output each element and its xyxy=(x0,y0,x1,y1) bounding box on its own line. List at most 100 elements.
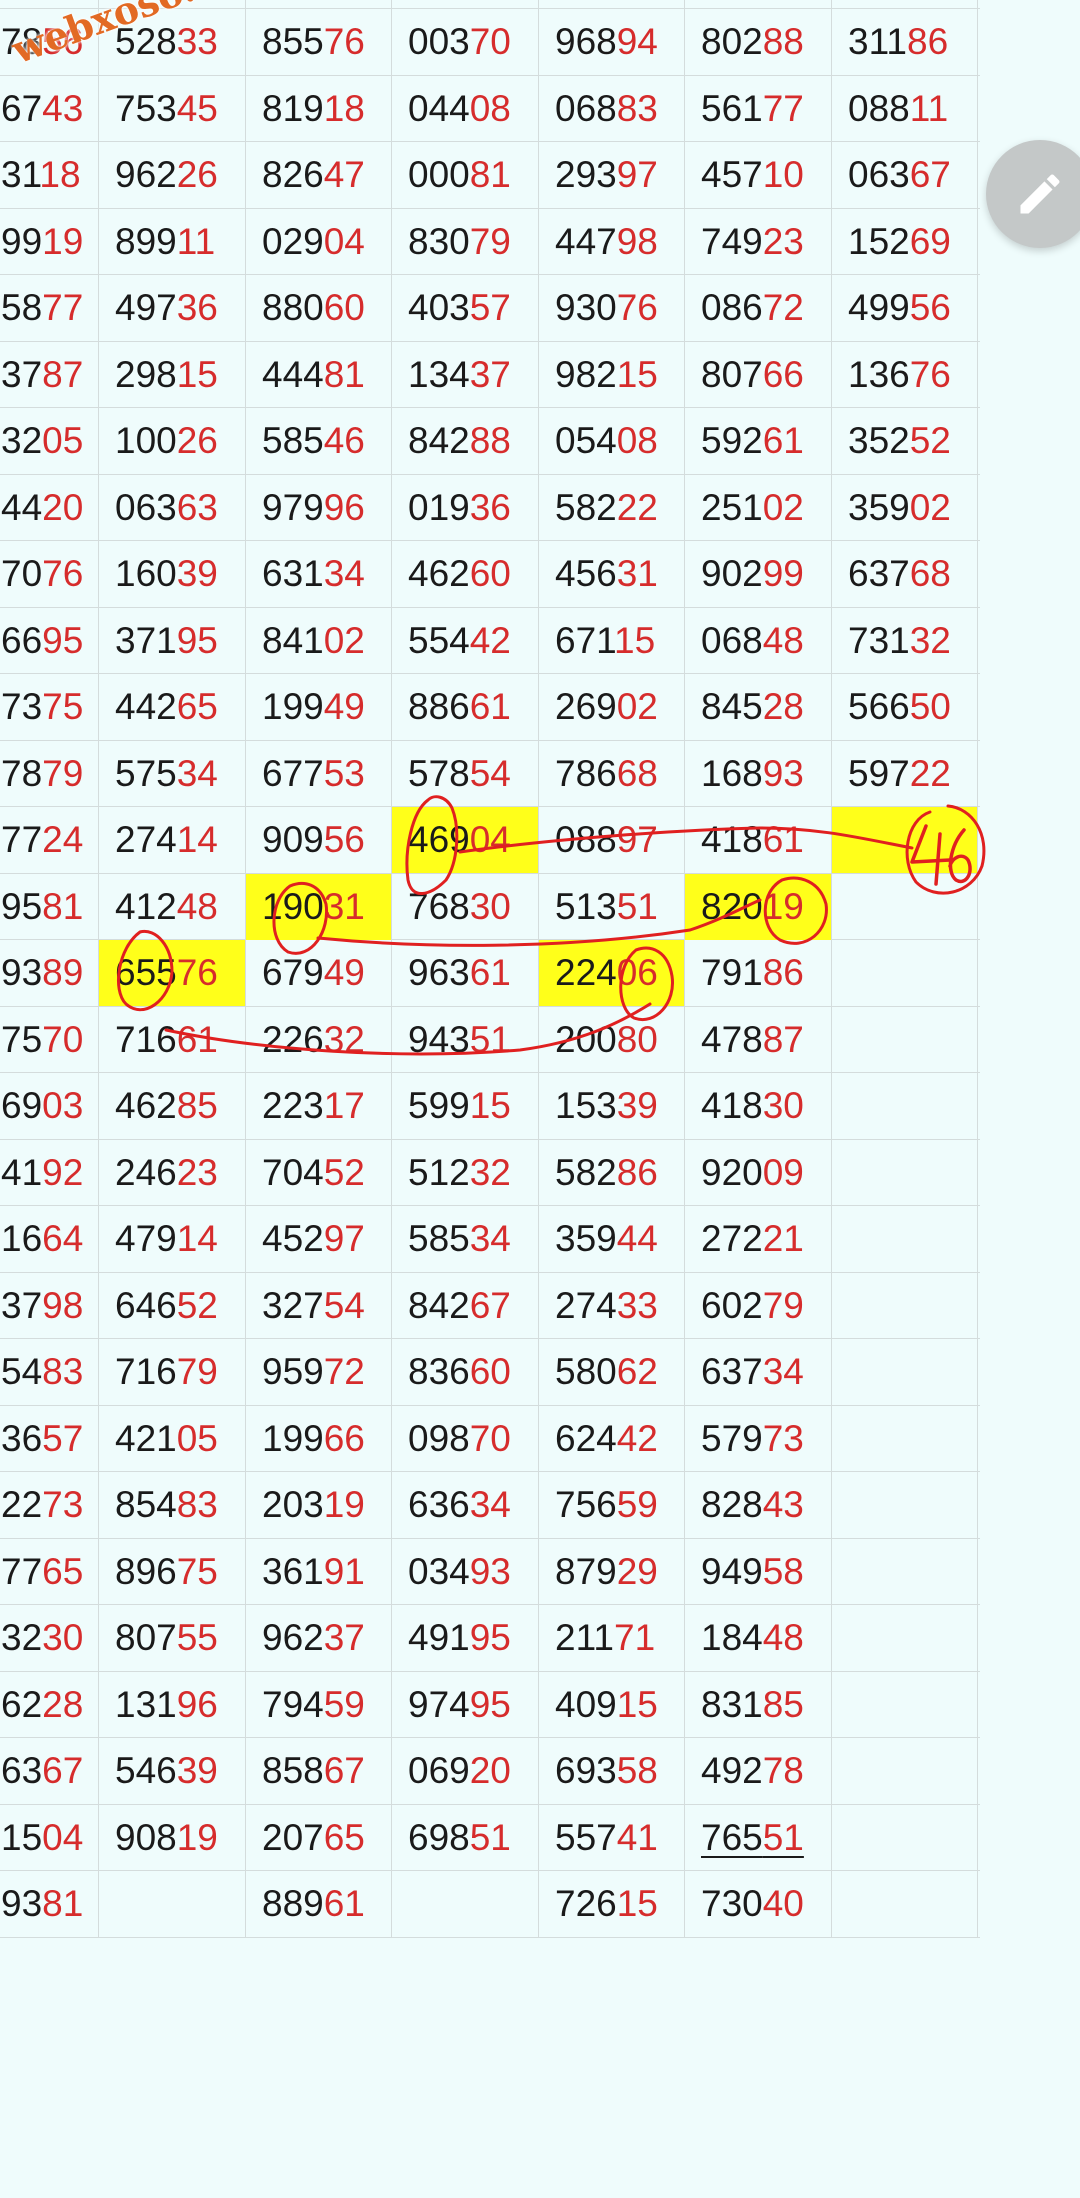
result-cell[interactable]: 85576 xyxy=(246,9,391,75)
result-cell[interactable]: 96237 xyxy=(246,1605,391,1671)
result-cell[interactable]: 98215 xyxy=(539,342,684,408)
result-cell[interactable]: 63734 xyxy=(685,1339,831,1405)
result-cell[interactable]: 35944 xyxy=(539,1206,684,1272)
result-cell[interactable]: 21171 xyxy=(539,1605,684,1671)
result-cell[interactable]: 88961 xyxy=(246,1871,391,1937)
result-cell[interactable]: 1664 xyxy=(1,1206,98,1272)
result-cell[interactable]: 60279 xyxy=(685,1273,831,1339)
result-cell[interactable]: 20765 xyxy=(246,1805,391,1871)
result-cell[interactable]: 7375 xyxy=(1,674,98,740)
result-cell[interactable]: 31186 xyxy=(832,9,977,75)
result-cell[interactable]: 15269 xyxy=(832,209,977,275)
result-cell[interactable]: 80288 xyxy=(685,9,831,75)
result-cell[interactable]: 22317 xyxy=(246,1073,391,1139)
result-cell[interactable]: 84267 xyxy=(392,1273,538,1339)
result-cell[interactable]: 3118 xyxy=(1,142,98,208)
result-cell[interactable]: 58534 xyxy=(392,1206,538,1272)
result-cell[interactable]: 40915 xyxy=(539,1672,684,1738)
result-cell[interactable]: 35252 xyxy=(832,408,977,474)
result-cell[interactable]: 96361 xyxy=(392,940,538,1006)
highlighted-result-cell[interactable]: 19031 xyxy=(246,874,391,940)
result-cell[interactable]: 75659 xyxy=(539,1472,684,1538)
result-cell[interactable]: 6903 xyxy=(1,1073,98,1139)
result-cell[interactable]: 87929 xyxy=(539,1539,684,1605)
result-cell[interactable]: 90819 xyxy=(99,1805,245,1871)
result-cell[interactable]: 27221 xyxy=(685,1206,831,1272)
highlighted-result-cell[interactable]: 82019 xyxy=(685,874,831,940)
result-cell[interactable]: 45631 xyxy=(539,541,684,607)
result-cell[interactable]: 15339 xyxy=(539,1073,684,1139)
result-cell[interactable]: 44798 xyxy=(539,209,684,275)
result-cell[interactable]: 81918 xyxy=(246,76,391,142)
result-cell[interactable]: 08811 xyxy=(832,76,977,142)
result-cell[interactable]: 19966 xyxy=(246,1406,391,1472)
result-cell[interactable]: 3798 xyxy=(1,1273,98,1339)
result-cell[interactable]: 02904 xyxy=(246,209,391,275)
result-cell[interactable]: 6695 xyxy=(1,608,98,674)
result-cell[interactable] xyxy=(99,1871,245,1937)
result-cell[interactable]: 97495 xyxy=(392,1672,538,1738)
highlighted-result-cell[interactable] xyxy=(832,807,977,873)
result-cell[interactable]: 00370 xyxy=(392,9,538,75)
result-cell[interactable]: 5877 xyxy=(1,275,98,341)
result-cell[interactable]: 13196 xyxy=(99,1672,245,1738)
result-cell[interactable]: 00081 xyxy=(392,142,538,208)
result-cell[interactable]: 93076 xyxy=(539,275,684,341)
result-cell[interactable]: 6743 xyxy=(1,76,98,142)
result-cell[interactable]: 89911 xyxy=(99,209,245,275)
result-cell[interactable]: 70452 xyxy=(246,1140,391,1206)
result-cell[interactable]: 59722 xyxy=(832,741,977,807)
result-cell[interactable]: 49195 xyxy=(392,1605,538,1671)
result-cell[interactable]: 16039 xyxy=(99,541,245,607)
result-cell[interactable]: 83660 xyxy=(392,1339,538,1405)
result-cell[interactable]: 58062 xyxy=(539,1339,684,1405)
result-cell[interactable]: 90956 xyxy=(246,807,391,873)
result-cell[interactable]: 13676 xyxy=(832,342,977,408)
result-cell[interactable]: 71679 xyxy=(99,1339,245,1405)
result-cell[interactable]: 84102 xyxy=(246,608,391,674)
result-cell[interactable]: 96894 xyxy=(539,9,684,75)
highlighted-result-cell[interactable]: 65576 xyxy=(99,940,245,1006)
highlighted-result-cell[interactable]: 46904 xyxy=(392,807,538,873)
result-cell[interactable]: 63634 xyxy=(392,1472,538,1538)
result-cell[interactable]: 49736 xyxy=(99,275,245,341)
result-cell[interactable]: 63134 xyxy=(246,541,391,607)
result-cell[interactable]: 25102 xyxy=(685,475,831,541)
result-cell[interactable]: 80766 xyxy=(685,342,831,408)
result-cell[interactable]: 06363 xyxy=(99,475,245,541)
result-cell[interactable]: 51232 xyxy=(392,1140,538,1206)
result-cell[interactable]: 94351 xyxy=(392,1007,538,1073)
result-cell[interactable]: 83079 xyxy=(392,209,538,275)
result-cell[interactable]: 54639 xyxy=(99,1738,245,1804)
result-cell[interactable]: 45297 xyxy=(246,1206,391,1272)
result-cell[interactable]: 73040 xyxy=(685,1871,831,1937)
result-cell[interactable]: 08672 xyxy=(685,275,831,341)
result-cell[interactable]: 88060 xyxy=(246,275,391,341)
result-cell[interactable]: 97996 xyxy=(246,475,391,541)
result-cell[interactable]: 1504 xyxy=(1,1805,98,1871)
result-cell[interactable]: 82647 xyxy=(246,142,391,208)
result-cell[interactable]: 9389 xyxy=(1,940,98,1006)
result-cell[interactable]: 29815 xyxy=(99,342,245,408)
result-cell[interactable]: 49956 xyxy=(832,275,977,341)
result-cell[interactable] xyxy=(392,1871,538,1937)
result-cell[interactable]: 82843 xyxy=(685,1472,831,1538)
result-cell[interactable]: 27414 xyxy=(99,807,245,873)
result-cell[interactable]: 57534 xyxy=(99,741,245,807)
result-cell[interactable]: 9919 xyxy=(1,209,98,275)
result-cell[interactable]: 20319 xyxy=(246,1472,391,1538)
result-cell[interactable]: 49278 xyxy=(685,1738,831,1804)
result-cell[interactable]: 80755 xyxy=(99,1605,245,1671)
result-cell[interactable]: 24623 xyxy=(99,1140,245,1206)
result-cell[interactable]: 35902 xyxy=(832,475,977,541)
result-cell[interactable]: 72615 xyxy=(539,1871,684,1937)
result-cell[interactable]: 7724 xyxy=(1,807,98,873)
result-cell[interactable]: 69358 xyxy=(539,1738,684,1804)
result-cell[interactable]: 42105 xyxy=(99,1406,245,1472)
result-cell[interactable]: 29397 xyxy=(539,142,684,208)
result-cell[interactable]: 40357 xyxy=(392,275,538,341)
result-cell[interactable]: 96226 xyxy=(99,142,245,208)
result-cell[interactable]: 76551 xyxy=(685,1805,831,1871)
result-cell[interactable]: 56650 xyxy=(832,674,977,740)
result-cell[interactable]: 41861 xyxy=(685,807,831,873)
